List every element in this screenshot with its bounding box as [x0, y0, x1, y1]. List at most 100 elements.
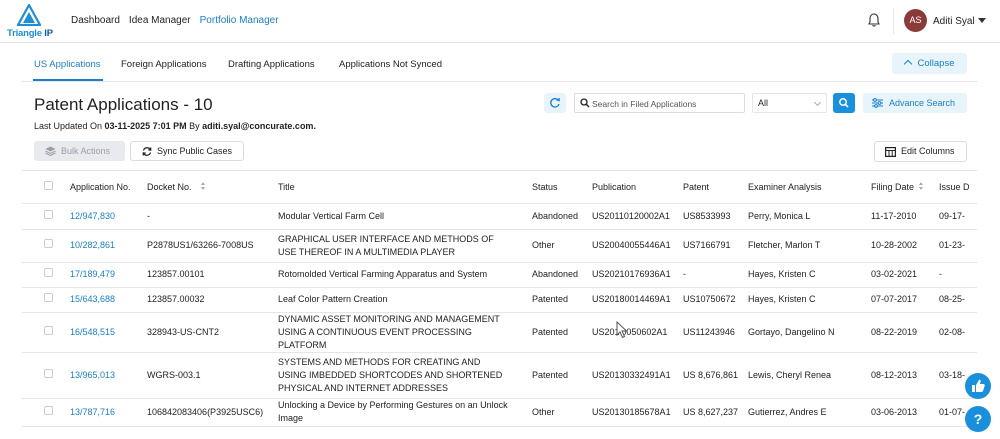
sync-label: Sync Public Cases — [157, 146, 233, 156]
status-filter-select[interactable]: All — [752, 93, 827, 113]
col-publication[interactable]: Publication — [592, 171, 683, 204]
application-link[interactable]: 10/282,861 — [70, 240, 115, 250]
row-checkbox[interactable] — [44, 368, 53, 378]
row-checkbox[interactable] — [44, 239, 53, 248]
row-checkbox[interactable] — [44, 268, 53, 277]
row-checkbox[interactable] — [44, 405, 53, 415]
filing-date-cell: 08-12-2013 — [871, 352, 939, 399]
row-checkbox[interactable] — [44, 209, 53, 219]
table-row[interactable]: 10/282,861 P2878US1/63266-7008US GRAPHICAL… — [22, 229, 977, 263]
table-row[interactable]: 17/189,479 123857.00101 Rotomolded Vertica… — [22, 262, 977, 288]
main-content: US Applications Foreign Applications Dra… — [22, 44, 1000, 439]
col-status[interactable]: Status — [532, 171, 592, 204]
nav-dashboard[interactable]: Dashboard — [71, 15, 120, 26]
table-row[interactable]: 13/965,013 WGRS-003.1 SYSTEMS AND METHODS … — [22, 352, 977, 399]
chevron-down-icon[interactable] — [978, 18, 986, 23]
patent-cell: US10750672 — [683, 287, 748, 313]
row-checkbox[interactable] — [44, 325, 53, 335]
user-name[interactable]: Aditi Syal — [933, 16, 975, 27]
applications-table-container[interactable]: Application No. Docket No. Title Status … — [22, 170, 977, 439]
tab-us-applications[interactable]: US Applications — [34, 59, 101, 70]
application-link[interactable]: 13/965,013 — [70, 370, 115, 380]
triangle-logo-icon — [17, 4, 41, 26]
docket-no-cell: 123857.00032 — [147, 287, 278, 313]
application-no-cell: 16/548,515 — [70, 312, 147, 353]
select-all-checkbox[interactable] — [44, 181, 53, 191]
col-examiner-analysis[interactable]: Examiner Analysis — [748, 171, 871, 204]
status-cell: Patented — [532, 287, 592, 313]
col-patent[interactable]: Patent — [683, 171, 748, 204]
application-link[interactable]: 15/643,688 — [70, 294, 115, 304]
row-checkbox[interactable] — [44, 293, 53, 302]
sort-icon[interactable] — [200, 182, 206, 191]
tab-foreign-applications[interactable]: Foreign Applications — [121, 59, 207, 70]
col-issue-date[interactable]: Issue D — [939, 171, 977, 204]
title-cell: Rotomolded Vertical Farming Apparatus an… — [278, 262, 532, 288]
application-link[interactable]: 13/787,716 — [70, 407, 115, 417]
patent-cell: US11243946 — [683, 312, 748, 353]
tab-drafting-applications[interactable]: Drafting Applications — [228, 59, 315, 70]
table-row[interactable]: 12/947,830 - Modular Vertical Farm Cell Aba… — [22, 203, 977, 230]
table-row[interactable]: 13/787,716 106842083406(P3925USC6) Unlocki… — [22, 398, 977, 427]
edit-columns-label: Edit Columns — [901, 146, 955, 156]
row-select-cell — [22, 203, 70, 230]
top-navbar: Triangle IP Dashboard Idea Manager Portf… — [0, 0, 1000, 43]
search-input[interactable] — [592, 96, 742, 111]
nav-portfolio-manager[interactable]: Portfolio Manager — [200, 15, 279, 26]
publication-cell: US20180014469A1 — [592, 287, 683, 313]
advance-search-button[interactable]: Advance Search — [863, 93, 967, 113]
title-cell: DYNAMIC ASSET MONITORING AND MANAGEMENT … — [278, 312, 532, 353]
bulk-actions-button[interactable]: Bulk Actions — [34, 141, 125, 161]
publication-cell: US20210176936A1 — [592, 262, 683, 288]
sort-icon[interactable] — [919, 182, 924, 191]
tab-applications-not-synced[interactable]: Applications Not Synced — [339, 59, 442, 70]
table-row[interactable]: 16/548,515 328943-US-CNT2 DYNAMIC ASSET MO… — [22, 312, 977, 353]
publication-cell: US20130332491A1 — [592, 352, 683, 399]
examiner-cell: Hayes, Kristen C — [748, 262, 871, 288]
docket-no-cell: 123857.00101 — [147, 262, 278, 288]
help-button[interactable]: ? — [965, 406, 991, 432]
col-application-no[interactable]: Application No. — [70, 171, 147, 204]
active-tab-indicator — [33, 79, 103, 81]
search-field[interactable] — [574, 93, 745, 113]
examiner-cell: Perry, Monica L — [748, 203, 871, 230]
row-select-cell — [22, 352, 70, 399]
examiner-cell: Lewis, Cheryl Renea — [748, 352, 871, 399]
chevron-up-icon — [903, 59, 912, 69]
sync-public-cases-button[interactable]: Sync Public Cases — [130, 141, 244, 161]
examiner-cell: Gortayo, Dangelino N — [748, 312, 871, 353]
brand-logo[interactable]: Triangle IP — [7, 4, 53, 40]
search-submit-button[interactable] — [833, 93, 855, 113]
row-select-cell — [22, 398, 70, 427]
filter-value: All — [758, 98, 769, 108]
application-no-cell: 15/643,688 — [70, 287, 147, 313]
application-link[interactable]: 16/548,515 — [70, 327, 115, 337]
table-row[interactable]: 15/643,688 123857.00032 Leaf Color Pattern… — [22, 287, 977, 313]
filing-date-cell: 03-02-2021 — [871, 262, 939, 288]
application-no-cell: 17/189,479 — [70, 262, 147, 288]
collapse-button[interactable]: Collapse — [892, 53, 967, 74]
row-select-cell — [22, 229, 70, 263]
table-header-row: Application No. Docket No. Title Status … — [22, 171, 977, 204]
refresh-button[interactable] — [544, 93, 566, 113]
docket-no-cell: P2878US1/63266-7008US — [147, 229, 278, 263]
col-filing-date[interactable]: Filing Date — [871, 171, 939, 204]
feedback-button[interactable] — [965, 373, 991, 399]
application-link[interactable]: 17/189,479 — [70, 269, 115, 279]
bell-icon[interactable] — [866, 12, 882, 28]
title-cell: GRAPHICAL USER INTERFACE AND METHODS OF … — [278, 229, 532, 263]
application-link[interactable]: 12/947,830 — [70, 211, 115, 221]
nav-idea-manager[interactable]: Idea Manager — [129, 15, 191, 26]
edit-columns-button[interactable]: Edit Columns — [874, 141, 967, 162]
patent-cell: US7166791 — [683, 229, 748, 263]
col-docket-no[interactable]: Docket No. — [147, 171, 278, 204]
search-icon — [839, 98, 849, 108]
status-cell: Patented — [532, 352, 592, 399]
search-icon — [580, 98, 590, 108]
col-title[interactable]: Title — [278, 171, 532, 204]
issue-date-cell: 08-25- — [939, 287, 977, 313]
title-cell: Unlocking a Device by Performing Gesture… — [278, 398, 532, 427]
sync-icon — [142, 147, 152, 156]
avatar[interactable]: AS — [904, 9, 927, 32]
select-all-cell — [22, 171, 70, 204]
